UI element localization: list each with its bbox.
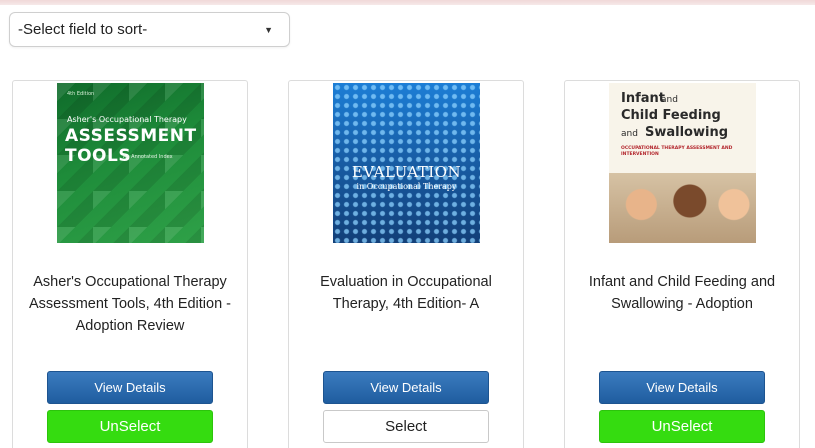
book-card: 4th Edition Asher's Occupational Therapy… [12,80,248,448]
cover-title-text: Infant [621,91,665,106]
book-cover-image[interactable]: Infant and Child Feeding and Swallowing … [609,83,756,243]
view-details-button[interactable]: View Details [323,371,489,404]
chevron-down-icon: ▼ [264,24,273,35]
cover-tagline-text: OCCUPATIONAL THERAPY ASSESSMENT AND INTE… [621,146,733,157]
sort-field-dropdown[interactable]: -Select field to sort- ▼ [9,12,290,47]
cover-title-text: Swallowing [645,125,729,140]
top-divider [0,0,815,5]
cover-title-text: and [661,95,678,105]
book-cover-image[interactable]: 4th Edition Asher's Occupational Therapy… [57,83,204,243]
children-photo [609,173,756,243]
cover-title-text: and [621,129,638,139]
cover-title-text: EVALUATION [351,163,462,181]
book-title: Evaluation in Occupational Therapy, 4th … [320,274,492,312]
view-details-button[interactable]: View Details [599,371,765,404]
cover-title-text: Child Feeding [621,108,721,123]
cover-title-text: ASSESSMENT [65,126,197,146]
view-details-button[interactable]: View Details [47,371,213,404]
cover-subtitle-text: Asher's Occupational Therapy [67,115,187,124]
cover-subtitle-text: in Occupational Therapy [356,182,457,191]
book-card: Infant and Child Feeding and Swallowing … [564,80,800,448]
sort-field-selected-value: -Select field to sort- [18,21,148,38]
cover-title-text: TOOLS [65,146,132,166]
book-card: EVALUATION in Occupational Therapy Evalu… [288,80,524,448]
select-button[interactable]: Select [323,410,489,443]
book-cover-image[interactable]: EVALUATION in Occupational Therapy [333,83,480,243]
book-title: Infant and Child Feeding and Swallowing … [588,274,776,312]
cover-tagline-text: An Annotated Index [123,154,173,160]
unselect-button[interactable]: UnSelect [599,410,765,443]
unselect-button[interactable]: UnSelect [47,410,213,443]
cover-edition-text: 4th Edition [67,91,95,97]
book-title: Asher's Occupational Therapy Assessment … [28,274,232,334]
